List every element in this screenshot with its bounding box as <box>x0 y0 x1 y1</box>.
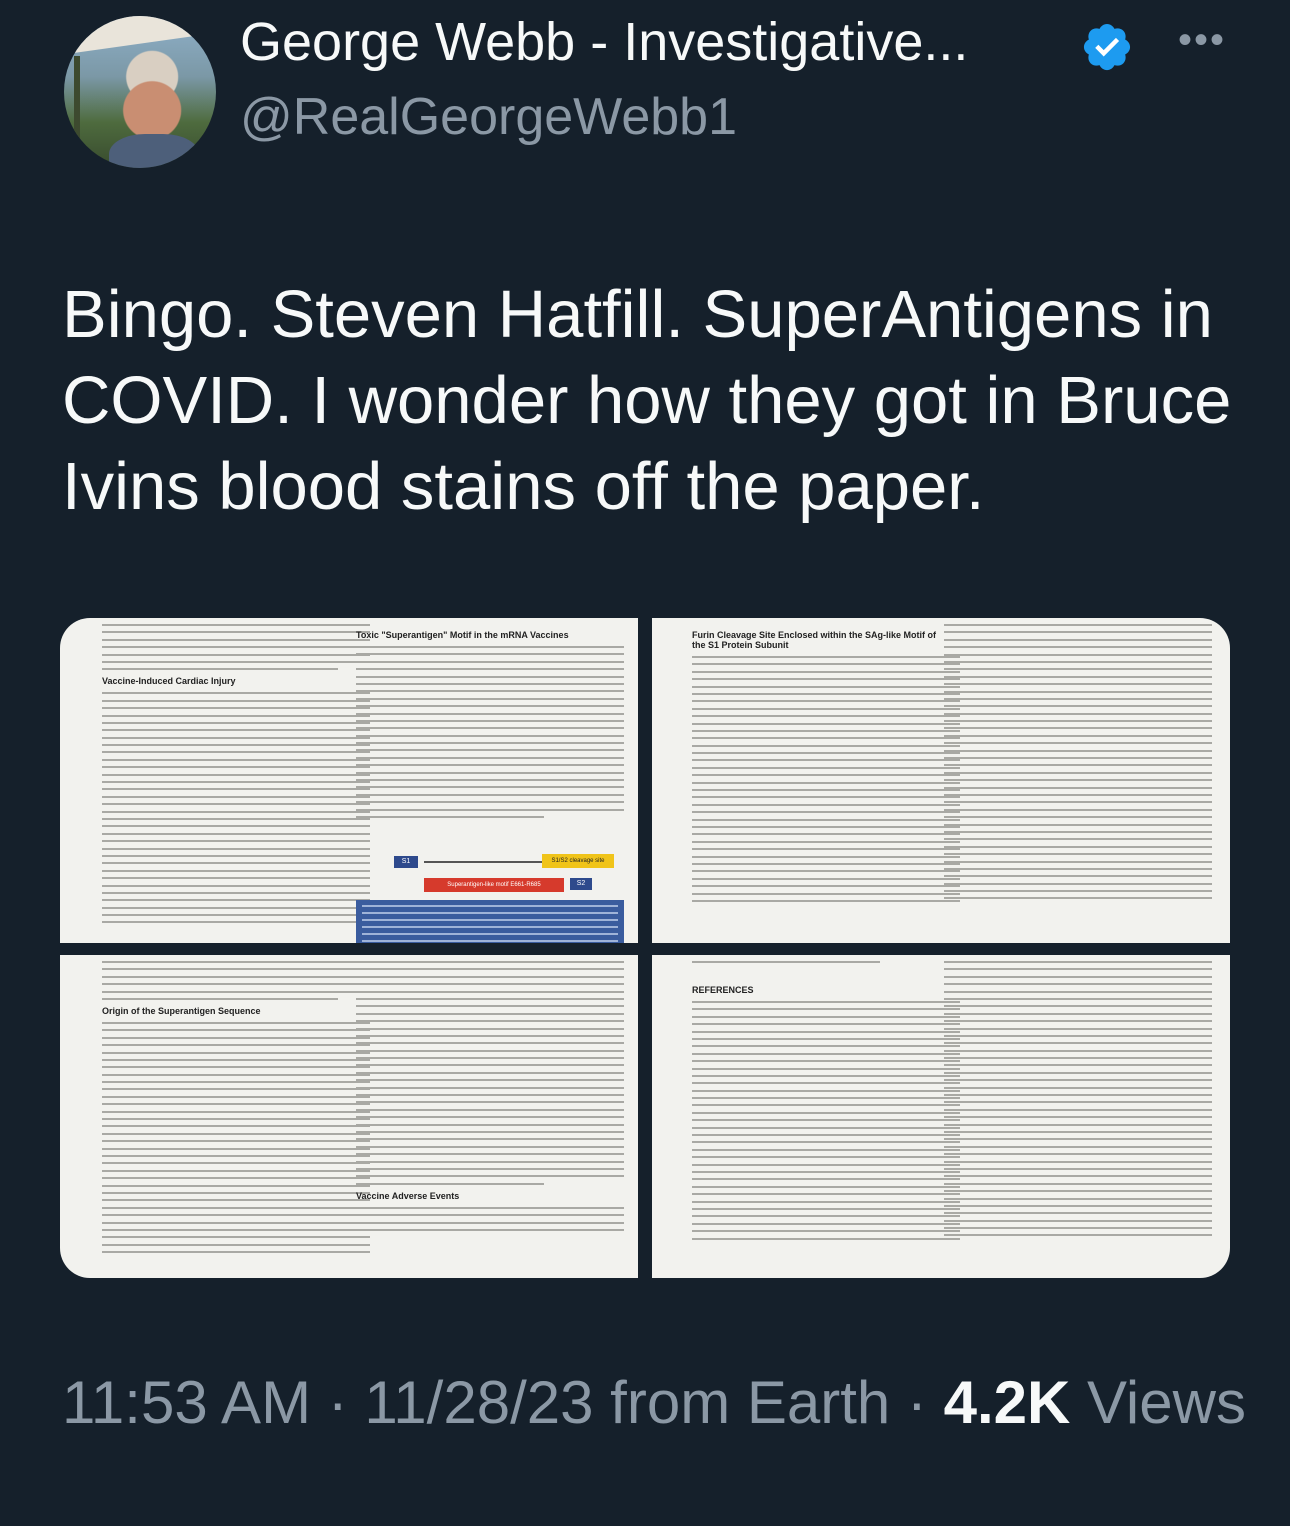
tweet-text: Bingo. Steven Hatfill. SuperAntigens in … <box>62 277 1232 524</box>
page-heading: Toxic "Superantigen" Motif in the mRNA V… <box>356 630 569 640</box>
figure-motif-label: Superantigen-like motif E661-R685 <box>424 878 564 892</box>
tweet-source: from Earth <box>610 1369 891 1436</box>
tweet-media-grid[interactable]: Vaccine-Induced Cardiac Injury Toxic "Su… <box>60 618 1230 1278</box>
page-heading: Furin Cleavage Site Enclosed within the … <box>692 630 937 650</box>
avatar-banner-text <box>64 16 208 54</box>
media-page-4[interactable]: REFERENCES <box>652 955 1230 1278</box>
avatar-palm-tree <box>74 56 80 146</box>
tweet-date[interactable]: 11/28/23 <box>364 1369 593 1436</box>
avatar-shirt <box>109 134 199 168</box>
media-page-1[interactable]: Vaccine-Induced Cardiac Injury Toxic "Su… <box>60 618 638 943</box>
media-page-2[interactable]: Furin Cleavage Site Enclosed within the … <box>652 618 1230 943</box>
figure-s2-label: S2 <box>570 878 592 890</box>
media-page-3[interactable]: Origin of the Superantigen Sequence Vacc… <box>60 955 638 1278</box>
views-label: Views <box>1087 1369 1246 1436</box>
author-display-name[interactable]: George Webb - Investigative... <box>240 10 968 74</box>
page-heading: Vaccine Adverse Events <box>356 1190 460 1201</box>
author-avatar[interactable] <box>64 16 216 168</box>
figure-cleavage-label: S1/S2 cleavage site <box>542 854 614 868</box>
figure-diagram: S1 S1/S2 cleavage site Superantigen-like… <box>356 838 624 943</box>
author-handle[interactable]: @RealGeorgeWebb1 <box>240 86 737 148</box>
figure-sequence-table <box>356 900 624 943</box>
more-options-icon[interactable]: ••• <box>1178 18 1226 63</box>
verified-badge-icon <box>1083 23 1131 71</box>
tweet-metadata: 11:53 AM · 11/28/23 from Earth · 4.2K Vi… <box>62 1362 1252 1444</box>
page-heading: REFERENCES <box>692 985 754 995</box>
page-heading: Vaccine-Induced Cardiac Injury <box>102 676 236 687</box>
tweet-time[interactable]: 11:53 AM <box>62 1369 311 1436</box>
separator-dot: · <box>906 1369 927 1436</box>
views-count[interactable]: 4.2K <box>944 1369 1071 1436</box>
page-heading: Origin of the Superantigen Sequence <box>102 1005 261 1016</box>
separator-dot: · <box>327 1369 348 1436</box>
figure-s1-label: S1 <box>394 856 418 868</box>
